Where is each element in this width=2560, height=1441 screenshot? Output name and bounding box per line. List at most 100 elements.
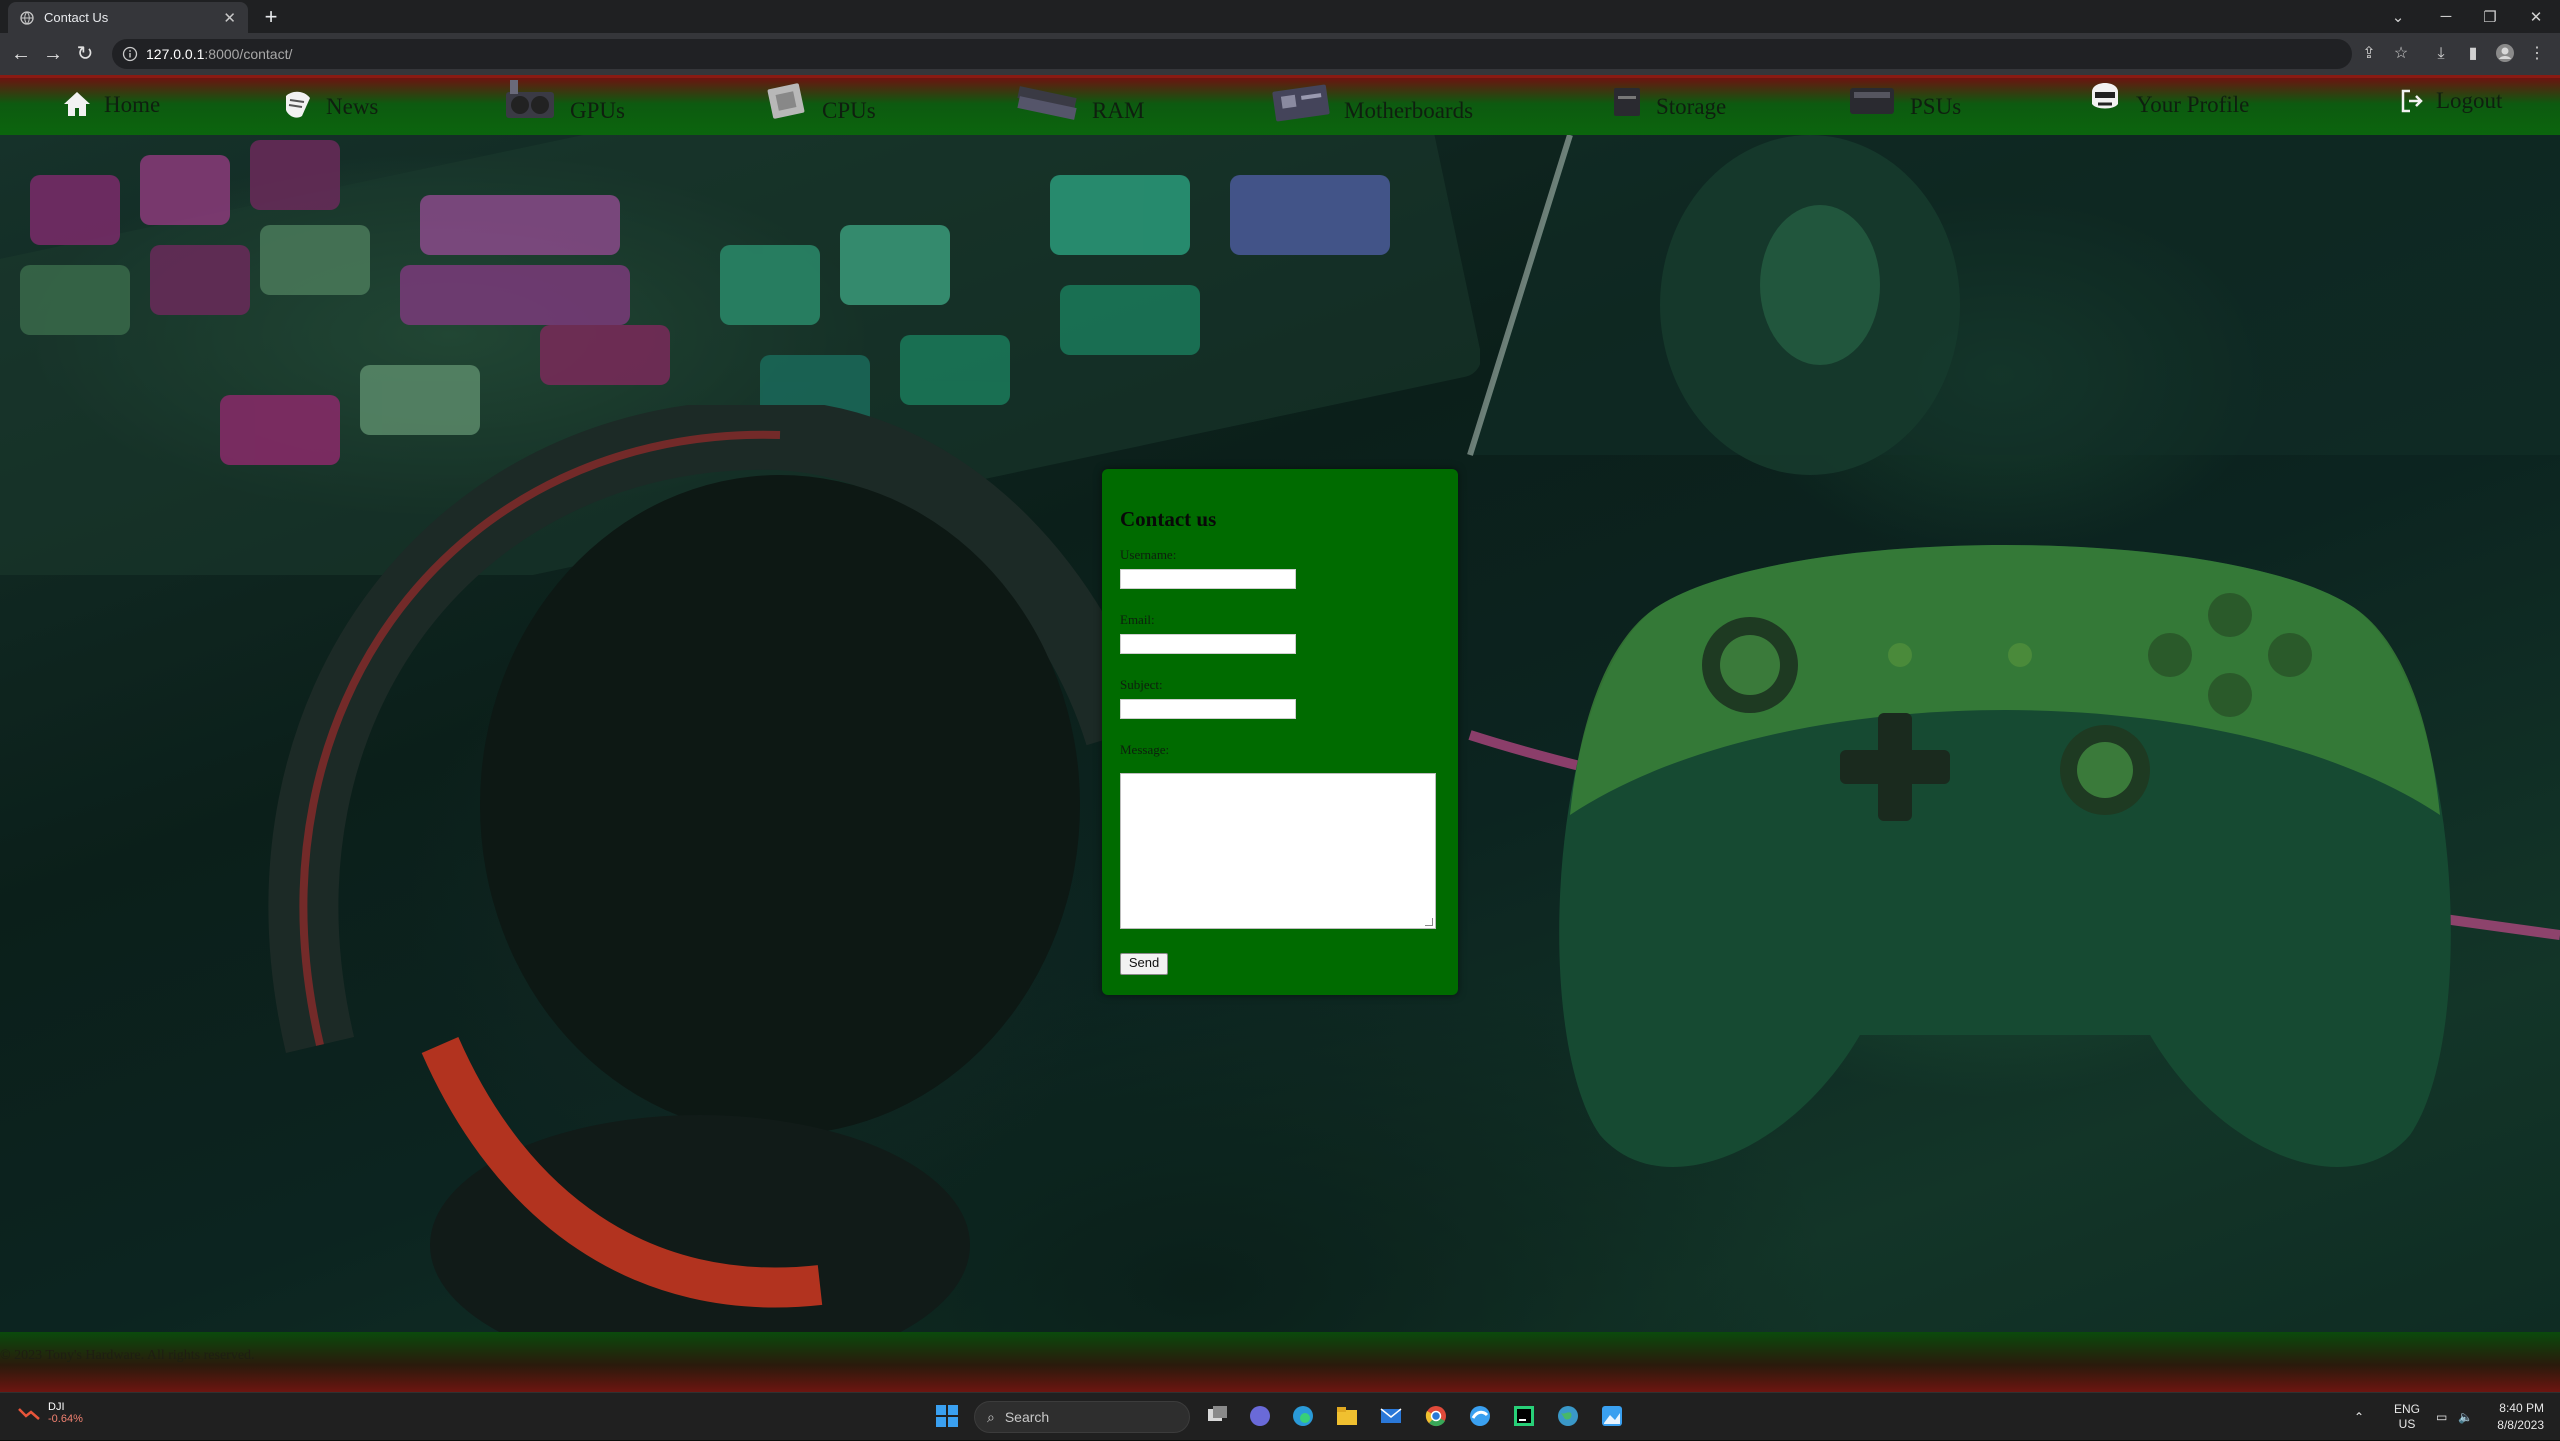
page-viewport: Home News GPUs CPUs RAM Motherboards Sto… <box>0 75 2560 1392</box>
footer-copyright: © 2023 Tony's Hardware. All rights reser… <box>0 1348 255 1363</box>
reload-icon[interactable]: ↻ <box>72 41 98 67</box>
taskbar-search[interactable]: ⌕ Search <box>974 1401 1190 1433</box>
restore-icon[interactable]: ❐ <box>2470 0 2510 33</box>
tab-search-icon[interactable]: ⌄ <box>2378 0 2418 33</box>
browser-toolbar: ← → ↻ 127.0.0.1:8000/contact/ ⇪ ☆ ⤓ ▮ ⋮ <box>0 33 2560 75</box>
game-controller-image <box>1559 545 2451 1167</box>
nav-news[interactable]: News <box>282 90 378 120</box>
stock-trend-icon <box>18 1408 40 1420</box>
contact-form-card: Contact us Username: Email: Subject: Mes… <box>1102 469 1458 995</box>
nav-label-storage: Storage <box>1656 94 1727 119</box>
ram-icon <box>1017 86 1077 120</box>
profile-avatar-icon[interactable] <box>2494 43 2516 65</box>
logout-icon <box>2401 89 2423 113</box>
nav-label-news: News <box>326 94 379 119</box>
stock-name: DJI <box>48 1401 65 1413</box>
stock-change: -0.64% <box>48 1413 83 1425</box>
subject-label: Subject: <box>1120 677 1163 692</box>
app-icon[interactable] <box>1467 1403 1493 1429</box>
browser-tab[interactable]: Contact Us ✕ <box>8 2 248 33</box>
language-line2: US <box>2398 1417 2416 1431</box>
message-textarea[interactable] <box>1120 773 1436 929</box>
nav-home[interactable]: Home <box>62 90 160 118</box>
task-view-icon[interactable] <box>1204 1403 1230 1429</box>
site-footer: © 2023 Tony's Hardware. All rights reser… <box>0 1332 2560 1392</box>
username-input[interactable] <box>1120 569 1296 589</box>
subject-input[interactable] <box>1120 699 1296 719</box>
network-icon[interactable]: ▭ <box>2436 1393 2447 1441</box>
username-label: Username: <box>1120 547 1177 562</box>
cpu-icon <box>767 83 805 119</box>
nav-cpus[interactable]: CPUs <box>762 78 876 124</box>
language-line1: ENG <box>2394 1402 2421 1416</box>
url-host: 127.0.0.1 <box>146 46 205 62</box>
nav-ram[interactable]: RAM <box>1014 78 1144 124</box>
globe-icon <box>20 10 34 25</box>
site-navbar: Home News GPUs CPUs RAM Motherboards Sto… <box>0 75 2560 135</box>
contact-form-title: Contact us <box>1120 507 1217 531</box>
globe-app-icon[interactable] <box>1555 1403 1581 1429</box>
nav-psus[interactable]: PSUs <box>1846 82 1961 120</box>
close-tab-icon[interactable]: ✕ <box>223 9 236 27</box>
nav-label-gpus: GPUs <box>570 98 625 123</box>
download-icon[interactable]: ⤓ <box>2430 43 2452 65</box>
gpu-icon <box>506 80 554 118</box>
nav-storage[interactable]: Storage <box>1610 84 1726 120</box>
mail-icon[interactable] <box>1378 1403 1404 1429</box>
nav-logout[interactable]: Logout <box>2400 88 2502 114</box>
nav-label-logout: Logout <box>2436 88 2503 113</box>
nav-label-motherboards: Motherboards <box>1344 98 1474 123</box>
nav-label-ram: RAM <box>1092 98 1145 123</box>
email-input[interactable] <box>1120 634 1296 654</box>
message-label: Message: <box>1120 742 1170 757</box>
headset-image <box>268 405 1154 1365</box>
file-explorer-icon[interactable] <box>1334 1403 1360 1429</box>
back-icon[interactable]: ← <box>8 41 34 67</box>
teams-chat-icon[interactable] <box>1247 1403 1273 1429</box>
resize-handle-icon[interactable] <box>1425 918 1433 926</box>
taskbar-search-label: Search <box>1004 1409 1050 1425</box>
chrome-browser-icon[interactable] <box>1423 1403 1449 1429</box>
new-tab-icon[interactable]: + <box>258 4 284 30</box>
nav-label-your-profile: Your Profile <box>2136 92 2250 117</box>
site-info-icon[interactable] <box>122 46 138 62</box>
photos-icon[interactable] <box>1599 1403 1625 1429</box>
browser-tabstrip: Contact Us ✕ + ⌄ ─ ❐ ✕ <box>0 0 2560 33</box>
menu-kebab-icon[interactable]: ⋮ <box>2526 43 2548 65</box>
close-window-icon[interactable]: ✕ <box>2516 0 2556 33</box>
share-icon[interactable]: ⇪ <box>2358 43 2380 65</box>
address-bar[interactable]: 127.0.0.1:8000/contact/ <box>112 39 2352 69</box>
search-icon: ⌕ <box>987 1408 995 1425</box>
minimize-icon[interactable]: ─ <box>2426 0 2466 33</box>
show-hidden-icons[interactable]: ⌃ <box>2354 1393 2364 1441</box>
language-indicator[interactable]: ENG US <box>2394 1393 2420 1441</box>
stock-widget[interactable]: DJI -0.64% <box>18 1401 83 1425</box>
nav-label-cpus: CPUs <box>822 98 876 123</box>
system-clock[interactable]: 8:40 PM 8/8/2023 <box>2497 1400 2544 1434</box>
profile-icon <box>2092 83 2118 109</box>
pycharm-icon[interactable] <box>1511 1403 1537 1429</box>
mouse-image <box>1660 135 1960 475</box>
clock-date: 8/8/2023 <box>2497 1418 2544 1432</box>
bookmark-star-icon[interactable]: ☆ <box>2390 43 2412 65</box>
windows-start-icon[interactable] <box>934 1403 960 1429</box>
os-taskbar: DJI -0.64% ⌕ Search ⌃ ENG US ▭ 🔈 8:40 PM… <box>0 1392 2560 1440</box>
nav-label-home: Home <box>104 92 161 117</box>
news-icon <box>286 91 310 118</box>
tab-title: Contact Us <box>44 10 109 25</box>
volume-icon[interactable]: 🔈 <box>2458 1393 2473 1441</box>
forward-icon[interactable]: → <box>40 41 66 67</box>
url-path: :8000/contact/ <box>204 46 293 62</box>
nav-label-psus: PSUs <box>1910 94 1962 119</box>
nav-motherboards[interactable]: Motherboards <box>1270 78 1473 124</box>
psu-icon <box>1850 88 1894 114</box>
nav-gpus[interactable]: GPUs <box>502 78 625 124</box>
clock-time: 8:40 PM <box>2499 1401 2544 1415</box>
storage-icon <box>1614 88 1640 116</box>
email-label: Email: <box>1120 612 1155 627</box>
send-button[interactable]: Send <box>1120 953 1168 975</box>
side-panel-icon[interactable]: ▮ <box>2462 43 2484 65</box>
home-icon <box>64 92 90 116</box>
edge-browser-icon[interactable] <box>1290 1403 1316 1429</box>
nav-your-profile[interactable]: Your Profile <box>2086 78 2249 118</box>
